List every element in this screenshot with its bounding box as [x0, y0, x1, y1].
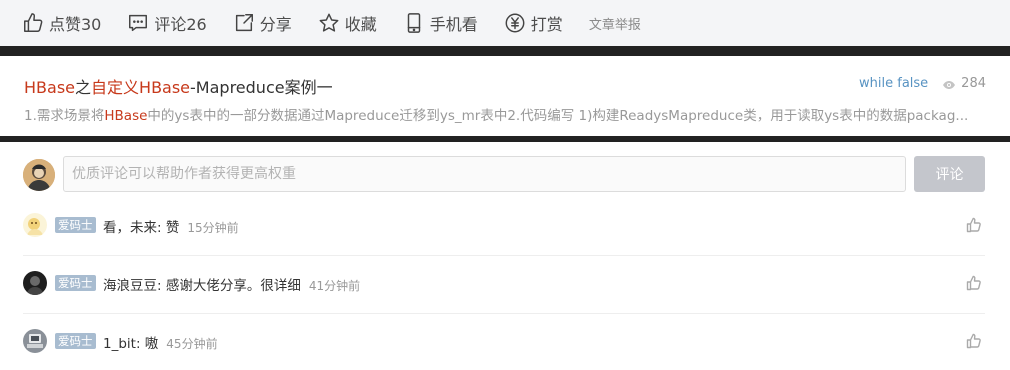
comment-time: 41分钟前: [308, 279, 361, 293]
like-button[interactable]: 点赞30: [22, 11, 101, 35]
thumbs-up-icon: [966, 217, 981, 233]
comment-like-button[interactable]: [966, 275, 982, 291]
reward-label: 打赏: [530, 15, 563, 34]
collect-label: 收藏: [344, 15, 377, 34]
user-badge[interactable]: 爱码士: [55, 275, 96, 291]
avatar[interactable]: [23, 213, 47, 237]
current-user-avatar[interactable]: [23, 159, 55, 191]
title-keyword: 自定义: [91, 78, 140, 97]
article-toolbar: 点赞30 评论26 分享 收藏 手机看 打赏 文章举报: [0, 0, 1010, 46]
author-link[interactable]: while false: [859, 76, 928, 91]
star-icon: [319, 13, 339, 32]
avatar[interactable]: [23, 329, 47, 353]
comment-item: 爱码士 海浪豆豆: 感谢大佬分享。很详细 41分钟前: [23, 256, 985, 314]
title-keyword: HBase: [139, 78, 191, 97]
reward-button[interactable]: 打赏: [504, 11, 563, 35]
comment-text: 看，未来: 赞 15分钟前: [103, 216, 239, 236]
related-article-title[interactable]: HBase之自定义HBase-Mapreduce案例一: [24, 74, 333, 98]
comment-button[interactable]: 评论26: [127, 11, 207, 35]
like-count-label: 点赞30: [49, 15, 102, 34]
comment-count-label: 评论26: [154, 15, 207, 34]
comment-text: 海浪豆豆: 感谢大佬分享。很详细 41分钟前: [103, 274, 360, 294]
share-label: 分享: [259, 15, 292, 34]
comment-like-button[interactable]: [966, 217, 982, 233]
comment-section: 评论 爱码士 看，未来: 赞 15分钟前 爱码士 海浪豆豆: 感谢大佬分享。很详细…: [0, 142, 1010, 370]
comment-item: 爱码士 看，未来: 赞 15分钟前: [23, 198, 985, 256]
title-keyword: HBase: [24, 78, 75, 97]
share-button[interactable]: 分享: [233, 11, 292, 35]
title-text: -Mapreduce案例一: [190, 78, 333, 97]
view-count: 284: [961, 76, 986, 91]
submit-comment-button[interactable]: 评论: [914, 156, 985, 192]
collect-button[interactable]: 收藏: [318, 11, 377, 35]
comment-icon: [129, 14, 148, 32]
related-article-card[interactable]: HBase之自定义HBase-Mapreduce案例一 while false …: [0, 56, 1010, 136]
summary-keyword: HBase: [104, 108, 148, 124]
thumbs-up-icon: [966, 333, 981, 349]
yen-icon: [505, 13, 525, 33]
report-link[interactable]: 文章举报: [589, 14, 641, 33]
comment-time: 45分钟前: [166, 337, 218, 351]
thumbs-up-icon: [24, 13, 43, 32]
user-badge[interactable]: 爱码士: [55, 333, 96, 349]
comment-text: 1_bit: 嗷 45分钟前: [103, 332, 218, 352]
user-badge[interactable]: 爱码士: [55, 217, 96, 233]
related-article-summary: 1.需求场景将HBase中的ys表中的一部分数据通过Mapreduce迁移到ys…: [24, 104, 984, 124]
comment-content: 看，未来: 赞: [103, 220, 180, 236]
comment-content: 海浪豆豆: 感谢大佬分享。很详细: [103, 278, 301, 294]
comment-input[interactable]: [63, 156, 906, 192]
title-text: 之: [75, 78, 92, 97]
comment-item: 爱码士 1_bit: 嗷 45分钟前: [23, 314, 985, 370]
comment-time: 15分钟前: [187, 221, 239, 235]
phone-icon: [407, 13, 421, 33]
summary-text: 1.需求场景将: [24, 108, 105, 124]
eye-icon: [942, 79, 956, 89]
related-article-meta: while false 284: [859, 76, 986, 91]
summary-text: 中的ys表中的一部分数据通过Mapreduce迁移到ys_mr表中2.代码编写 …: [147, 108, 969, 124]
comment-like-button[interactable]: [966, 333, 982, 349]
comment-content: 1_bit: 嗷: [103, 336, 159, 352]
share-icon: [235, 14, 253, 32]
mobile-view-button[interactable]: 手机看: [403, 11, 478, 35]
divider-band: [0, 46, 1010, 56]
avatar[interactable]: [23, 271, 47, 295]
thumbs-up-icon: [966, 275, 981, 291]
mobile-view-label: 手机看: [429, 15, 478, 34]
